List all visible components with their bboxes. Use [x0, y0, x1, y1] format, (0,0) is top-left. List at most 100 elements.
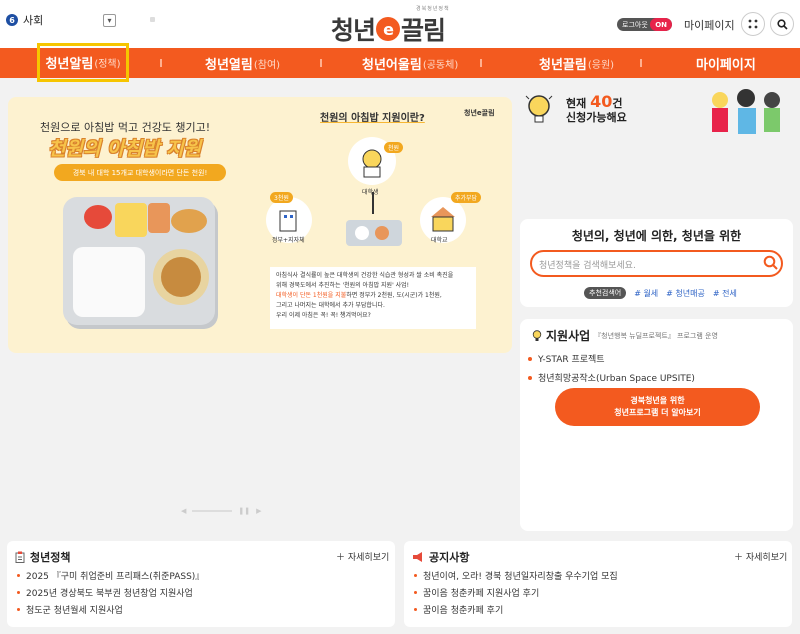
grid-menu-button[interactable] — [741, 12, 765, 36]
logo-e-mark: e — [376, 17, 401, 41]
banner-text3: 하면 정부가 2천원, 도(시군)가 1천원, — [346, 292, 442, 299]
nav-separator — [480, 59, 482, 67]
nav-sub: (응원) — [587, 59, 615, 71]
keyword-tag[interactable]: # 전세 — [713, 288, 737, 299]
policy-more-link[interactable]: ＋ 자세히보기 — [336, 550, 389, 563]
list-item[interactable]: 청년희망공작소(Urban Space UPSITE) — [528, 371, 695, 384]
available-count-promo[interactable]: 현재 40건 신청가능해요 — [520, 89, 792, 138]
nav-item-community[interactable]: 청년어울림 (공동체) — [362, 48, 458, 78]
banner-text1: 아침식사 결식률이 높은 대학생의 건강한 식습관 형성과 쌀 소비 촉진을 — [276, 272, 454, 279]
people-illustration — [712, 89, 780, 134]
divider-mark — [150, 17, 155, 22]
nav-item-participation[interactable]: 청년열림 (참여) — [205, 48, 280, 78]
lightbulb-icon — [525, 95, 553, 123]
banner-logo-text: 청년e끌림 — [464, 109, 495, 117]
pause-icon[interactable]: ❚❚ — [238, 507, 250, 515]
nav-label: 청년어울림 — [362, 57, 422, 73]
meal-tray-illustration — [63, 197, 215, 325]
nav-item-support[interactable]: 청년끌림 (응원) — [539, 48, 614, 78]
recommended-label: 추천검색어 — [584, 287, 627, 299]
support-list: Y-STAR 프로젝트 청년희망공작소(Urban Space UPSITE) — [528, 346, 695, 384]
banner-text2: 위해 경북도에서 추진하는 '천원의 아침밥 지원' 사업! — [276, 282, 410, 289]
recommended-keywords: 추천검색어 # 월세 # 청년매공 # 전세 — [584, 287, 737, 299]
univ-tag: 추가부담 — [451, 192, 482, 203]
more-programs-button[interactable]: 경북청년을 위한 청년프로그램 더 알아보기 — [555, 388, 760, 426]
list-item[interactable]: 꿈이음 청춘카페 후기 — [414, 603, 618, 616]
promo-prefix: 현재 — [566, 97, 587, 110]
search-card-title: 청년의, 청년에 의한, 청년을 위한 — [571, 229, 742, 243]
student-tag: 천원 — [384, 142, 404, 153]
policy-list: 2025 『구미 취업준비 프리패스(취준PASS)』 2025년 경상북도 북… — [17, 569, 204, 620]
notice-card: 공지사항 ＋ 자세히보기 청년이여, 오라! 경북 청년일자리창출 우수기업 모… — [404, 541, 792, 627]
banner-text5: 우리 이제 아침은 꼭! 꼭! 챙겨먹어요? — [276, 312, 371, 319]
notice-more-link[interactable]: ＋ 자세히보기 — [734, 550, 787, 563]
nav-separator — [160, 59, 162, 67]
nav-label: 청년끌림 — [539, 57, 587, 73]
nav-label: 마이페이지 — [696, 57, 756, 73]
toggle-label: 로그아웃 — [622, 20, 648, 29]
grid-icon — [748, 19, 758, 29]
banner-line1: 천원으로 아침밥 먹고 건강도 챙기고! — [40, 121, 211, 134]
nav-item-policy[interactable]: 청년알림 (정책) — [37, 43, 129, 82]
clipboard-icon — [15, 551, 25, 563]
univ-label: 대학교 — [431, 237, 448, 244]
list-item[interactable]: 2025년 경상북도 북부권 청년창업 지원사업 — [17, 586, 204, 599]
list-item[interactable]: Y-STAR 프로젝트 — [528, 352, 695, 365]
banner-question: 천원의 아침밥 지원이란? — [320, 113, 425, 124]
list-item[interactable]: 청년이여, 오라! 경북 청년일자리창출 우수기업 모집 — [414, 569, 618, 582]
main-banner[interactable]: 천원으로 아침밥 먹고 건강도 챙기고! 천원의 아침밥 지원 경북 내 대학 … — [8, 97, 512, 353]
list-item[interactable]: 꿈이음 청춘카페 지원사업 후기 — [414, 586, 618, 599]
nav-separator — [320, 59, 322, 67]
promo-line2: 신청가능해요 — [566, 111, 627, 124]
region-number-badge: 6 — [6, 14, 18, 26]
site-header: 6 사회 ▾ 경북청년정책 청년 e 끌림 로그아웃 ON 마이페이지 — [0, 0, 800, 48]
notice-title: 공지사항 — [429, 551, 470, 564]
slide-progress — [192, 510, 233, 512]
logout-toggle[interactable]: 로그아웃 ON — [617, 18, 672, 31]
promo-unit: 건 — [612, 97, 623, 110]
banner-title: 천원의 아침밥 지원 — [48, 138, 202, 160]
nav-separator — [640, 59, 642, 67]
banner-description: 아침식사 결식률이 높은 대학생의 건강한 식습관 형성과 쌀 소비 촉진을 위… — [270, 267, 476, 329]
nav-label: 청년알림 — [45, 57, 94, 72]
search-icon — [776, 18, 788, 30]
policy-title: 청년정책 — [30, 551, 71, 564]
search-icon[interactable] — [763, 255, 779, 271]
prev-slide-icon[interactable]: ◀ — [181, 507, 186, 515]
region-label: 사회 — [23, 14, 44, 27]
more-label: 자세히보기 — [347, 553, 390, 563]
support-title: 지원사업 — [546, 329, 591, 343]
list-item[interactable]: 청도군 청년월세 지원사업 — [17, 603, 204, 616]
mypage-link[interactable]: 마이페이지 — [684, 17, 735, 33]
main-nav: 청년알림 (정책) 청년열림 (참여) 청년어울림 (공동체) 청년끌림 (응원) 마이… — [0, 43, 800, 82]
nav-item-mypage[interactable]: 마이페이지 — [696, 48, 756, 78]
megaphone-icon — [413, 552, 422, 562]
banner-text4: 그리고 나머지는 대학에서 추가 부담합니다. — [276, 302, 385, 309]
nav-label: 청년열림 — [205, 57, 253, 73]
support-program-card: 지원사업 『청년행복 뉴딜프로젝트』 프로그램 운영 Y-STAR 프로젝트 청… — [520, 319, 793, 531]
keyword-tag[interactable]: # 청년매공 — [666, 288, 705, 299]
lightbulb-icon — [532, 329, 542, 341]
more-label: 자세히보기 — [745, 553, 788, 563]
keyword-tag[interactable]: # 월세 — [634, 288, 658, 299]
banner-pill: 경북 내 대학 15개교 대학생이라면 단돈 천원! — [54, 164, 226, 181]
gov-tag: 3천원 — [270, 192, 293, 203]
meal-tray-small — [346, 192, 402, 246]
support-subtitle: 『청년행복 뉴딜프로젝트』 프로그램 운영 — [594, 331, 718, 340]
nav-sub: (정책) — [94, 59, 121, 70]
button-line1: 경북청년을 위한 — [630, 396, 685, 405]
logo-text-a: 청년 — [331, 16, 376, 45]
promo-count: 40 — [590, 92, 613, 111]
policy-search-input[interactable]: 청년정책을 검색해보세요. — [530, 250, 783, 277]
policy-card: 청년정책 ＋ 자세히보기 2025 『구미 취업준비 프리패스(취준PASS)』… — [7, 541, 395, 627]
search-button[interactable] — [770, 12, 794, 36]
gov-label: 정부+지자체 — [272, 237, 305, 244]
site-logo[interactable]: 경북청년정책 청년 e 끌림 — [331, 3, 471, 45]
next-slide-icon[interactable]: ▶ — [256, 507, 261, 515]
banner-text3-highlight: 대학생이 단돈 1천원을 지불 — [276, 292, 347, 299]
list-item[interactable]: 2025 『구미 취업준비 프리패스(취준PASS)』 — [17, 569, 204, 582]
nav-sub: (참여) — [253, 59, 281, 71]
chevron-down-icon[interactable]: ▾ — [103, 14, 116, 27]
region-selector[interactable]: 6 사회 — [6, 12, 43, 28]
button-line2: 청년프로그램 더 알아보기 — [614, 408, 701, 417]
